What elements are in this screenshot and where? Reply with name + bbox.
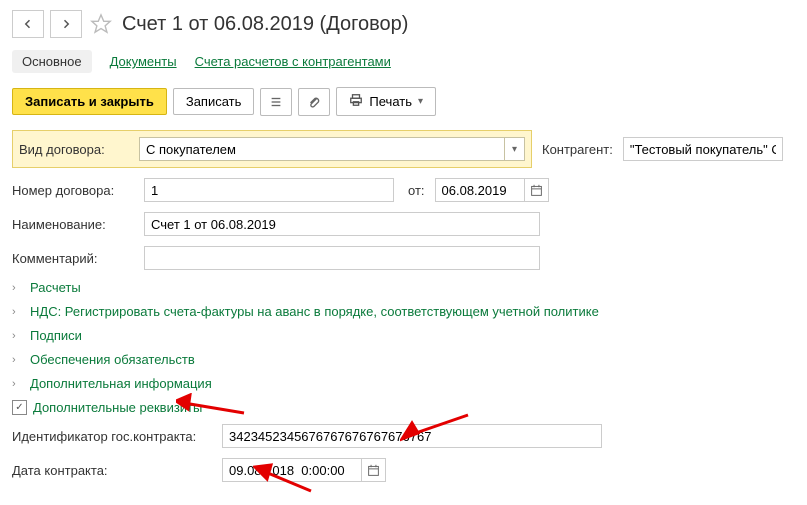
forward-button[interactable]	[50, 10, 82, 38]
contract-type-input[interactable]	[139, 137, 505, 161]
chevron-right-icon: ›	[12, 330, 26, 342]
contract-number-input[interactable]	[144, 178, 394, 202]
section-signatures[interactable]: › Подписи	[12, 328, 795, 343]
tab-settlements[interactable]: Счета расчетов с контрагентами	[195, 50, 391, 73]
section-additional-info[interactable]: › Дополнительная информация	[12, 376, 795, 391]
calendar-icon	[530, 184, 543, 197]
chevron-down-icon: ▾	[418, 96, 423, 107]
from-date-input[interactable]	[435, 178, 525, 202]
name-label: Наименование:	[12, 217, 134, 232]
toolbar: Записать и закрыть Записать Печать ▾	[12, 87, 795, 116]
contract-type-dropdown[interactable]: ▾	[505, 137, 525, 161]
print-button[interactable]: Печать ▾	[336, 87, 436, 116]
chevron-right-icon: ›	[12, 306, 26, 318]
back-button[interactable]	[12, 10, 44, 38]
tab-bar: Основное Документы Счета расчетов с конт…	[12, 50, 795, 73]
section-obligations[interactable]: › Обеспечения обязательств	[12, 352, 795, 367]
page-title: Счет 1 от 06.08.2019 (Договор)	[122, 13, 408, 36]
chevron-right-icon: ›	[12, 378, 26, 390]
arrow-right-icon	[60, 18, 72, 30]
gov-contract-id-label: Идентификатор гос.контракта:	[12, 429, 212, 444]
contract-type-row: Вид договора: ▾	[12, 130, 532, 168]
section-additional-attrs[interactable]: ✓ Дополнительные реквизиты	[12, 400, 795, 415]
tab-main[interactable]: Основное	[12, 50, 92, 73]
printer-icon	[349, 93, 363, 107]
list-button[interactable]	[260, 88, 292, 116]
contractor-input[interactable]	[623, 137, 783, 161]
section-label: Дополнительная информация	[30, 376, 212, 391]
list-icon	[269, 95, 283, 109]
chevron-down-icon: ▾	[512, 144, 517, 155]
arrow-left-icon	[22, 18, 34, 30]
sections-list: › Расчеты › НДС: Регистрировать счета-фа…	[12, 280, 795, 415]
contract-date-label: Дата контракта:	[12, 463, 212, 478]
section-calculations[interactable]: › Расчеты	[12, 280, 795, 295]
contract-number-label: Номер договора:	[12, 183, 134, 198]
section-vat[interactable]: › НДС: Регистрировать счета-фактуры на а…	[12, 304, 795, 319]
contract-date-input[interactable]	[222, 458, 362, 482]
print-label: Печать	[369, 94, 412, 109]
from-label: от:	[408, 183, 425, 198]
checkbox-icon[interactable]: ✓	[12, 400, 27, 415]
name-input[interactable]	[144, 212, 540, 236]
comment-label: Комментарий:	[12, 251, 134, 266]
calendar-icon	[367, 464, 380, 477]
paperclip-icon	[307, 95, 321, 109]
gov-contract-id-input[interactable]	[222, 424, 602, 448]
contract-date-picker[interactable]	[362, 458, 386, 482]
from-date-picker[interactable]	[525, 178, 549, 202]
section-label: Обеспечения обязательств	[30, 352, 195, 367]
favorite-star-icon[interactable]	[90, 13, 112, 35]
attach-button[interactable]	[298, 88, 330, 116]
chevron-right-icon: ›	[12, 282, 26, 294]
section-label: НДС: Регистрировать счета-фактуры на ава…	[30, 304, 599, 319]
contract-type-label: Вид договора:	[19, 142, 129, 157]
section-label: Дополнительные реквизиты	[33, 400, 202, 415]
section-label: Расчеты	[30, 280, 81, 295]
comment-input[interactable]	[144, 246, 540, 270]
contractor-label: Контрагент:	[542, 142, 613, 157]
section-label: Подписи	[30, 328, 82, 343]
save-and-close-button[interactable]: Записать и закрыть	[12, 88, 167, 115]
save-button[interactable]: Записать	[173, 88, 255, 115]
tab-documents[interactable]: Документы	[110, 50, 177, 73]
chevron-right-icon: ›	[12, 354, 26, 366]
